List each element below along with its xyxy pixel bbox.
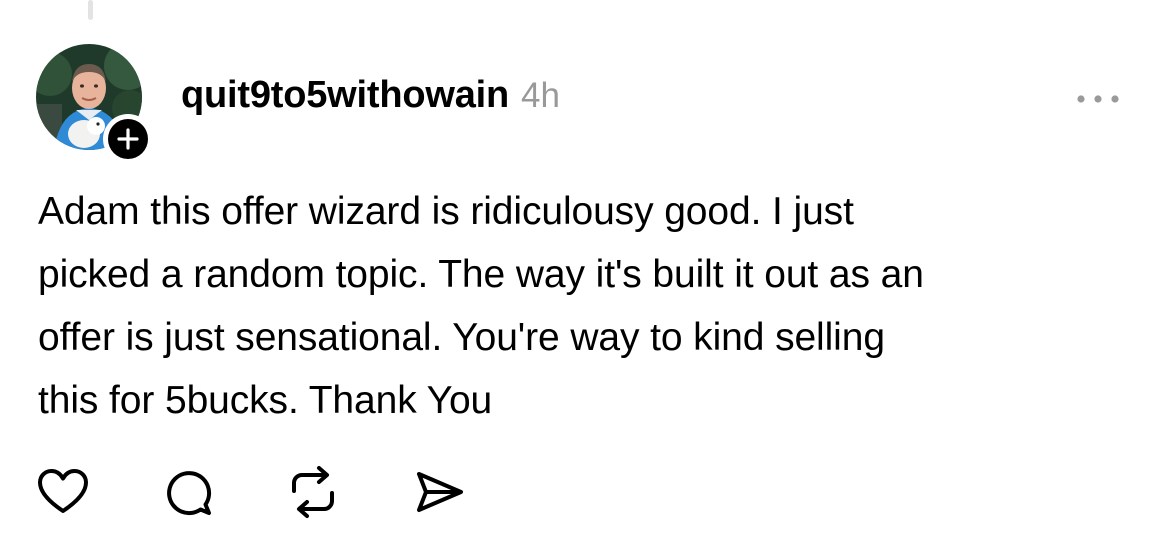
share-button[interactable] [410, 464, 466, 520]
follow-badge [108, 119, 148, 159]
heart-icon [38, 469, 88, 513]
repost-button[interactable] [285, 464, 341, 520]
like-button[interactable] [35, 464, 91, 520]
more-options-button[interactable] [1068, 84, 1128, 114]
send-icon [417, 472, 463, 512]
reply-button[interactable] [160, 464, 216, 520]
more-horizontal-icon [1077, 95, 1119, 103]
comment-icon [167, 471, 212, 516]
post-body-text: Adam this offer wizard is ridiculousy go… [38, 190, 924, 422]
username-link[interactable]: quit9to5withowain [181, 74, 509, 117]
post-timestamp: 4h [521, 76, 560, 115]
post-header: quit9to5withowain 4h [181, 74, 560, 124]
post-action-bar [0, 464, 1170, 520]
thread-connector-line [88, 0, 93, 20]
plus-icon [117, 128, 139, 150]
repost-icon [292, 466, 334, 518]
follow-button[interactable] [103, 114, 153, 164]
